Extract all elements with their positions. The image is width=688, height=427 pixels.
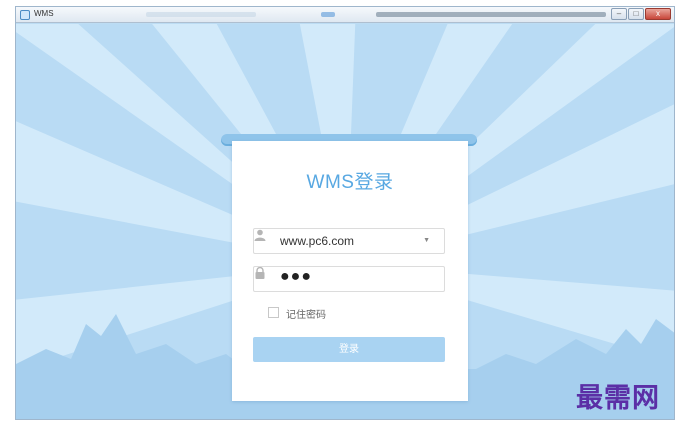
login-button[interactable]: 登录: [253, 337, 445, 362]
remember-checkbox[interactable]: [268, 307, 279, 318]
username-value: www.pc6.com: [280, 234, 355, 248]
username-select[interactable]: www.pc6.com ▼: [253, 228, 445, 254]
blurred-taskbar-segment: [376, 12, 606, 17]
login-card: WMS登录 www.pc6.com ▼ ●●● 记住密码 登录: [232, 141, 468, 401]
window-title: WMS: [34, 9, 54, 18]
minimize-button[interactable]: –: [611, 8, 627, 20]
app-window: WMS – □ x WMS登录 www.pc6.com ▼ ●●● 记住密码 登…: [15, 6, 675, 420]
login-background: WMS登录 www.pc6.com ▼ ●●● 记住密码 登录: [16, 24, 674, 419]
blurred-taskbar-segment: [146, 12, 256, 17]
card-torn-edge: [232, 398, 468, 404]
login-title: WMS登录: [306, 172, 394, 193]
password-field[interactable]: ●●●: [253, 266, 445, 292]
window-controls: – □ x: [610, 8, 671, 21]
maximize-button[interactable]: □: [628, 8, 644, 20]
chevron-down-icon[interactable]: ▼: [423, 237, 430, 244]
close-button[interactable]: x: [645, 8, 671, 20]
title-bar[interactable]: WMS – □ x: [16, 7, 674, 23]
password-value: ●●●: [280, 268, 312, 285]
blurred-taskbar-segment: [321, 12, 335, 17]
watermark-text: 最需网: [576, 383, 660, 414]
user-icon: [254, 229, 266, 241]
remember-label: 记住密码: [286, 310, 326, 321]
app-icon: [20, 10, 30, 20]
lock-icon: [255, 267, 265, 279]
